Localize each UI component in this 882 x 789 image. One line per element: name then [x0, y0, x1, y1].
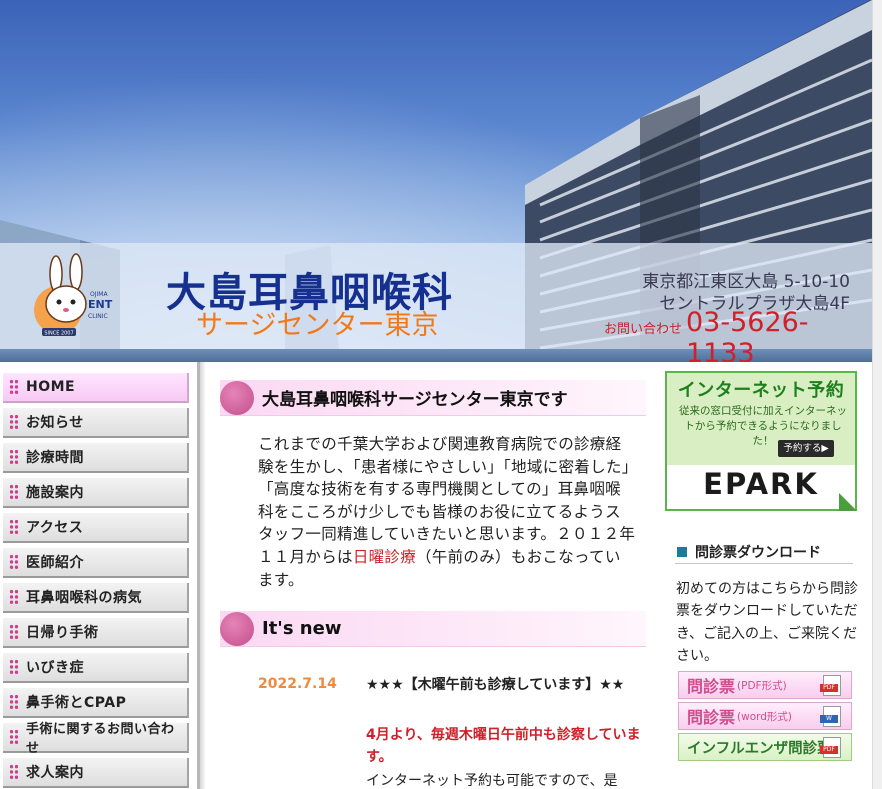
tel-number[interactable]: 03-5626-1133: [686, 307, 872, 362]
news-title: ★★★【木曜午前も診療しています】★★: [366, 677, 625, 693]
nav-item-label: 施設案内: [26, 485, 84, 501]
nav-item-snoring[interactable]: いびき症: [3, 653, 189, 683]
nav-item-news[interactable]: お知らせ: [3, 408, 189, 438]
nav-item-nasal-cpap[interactable]: 鼻手術とCPAP: [3, 688, 189, 718]
nav-item-day-surgery[interactable]: 日帰り手術: [3, 618, 189, 648]
news-date: 2022.7.14: [258, 676, 337, 692]
news-highlight: 4月より、毎週木曜日午前中も診察しています。: [366, 727, 641, 765]
nav-item-hours[interactable]: 診療時間: [3, 443, 189, 473]
welcome-heading: 大島耳鼻咽喉科サージセンター東京です: [220, 380, 646, 416]
nav-item-label: アクセス: [26, 520, 84, 536]
intro-highlight: 日曜診療: [352, 547, 417, 566]
nav-bullet-icon: [9, 624, 19, 640]
pdf-icon-text: PDF: [820, 684, 838, 692]
news-heading: It's new: [220, 611, 646, 647]
button-sub-label: (word形式): [737, 710, 793, 723]
epark-reserve-button[interactable]: 予約する▶: [778, 440, 834, 457]
clinic-logo[interactable]: SINCE 2007 OJIMA ENT CLINIC: [28, 252, 128, 342]
nav-bullet-icon: [9, 729, 19, 745]
logo-ojima-text: OJIMA: [90, 291, 108, 298]
news-body: インターネット予約も可能ですので、是: [366, 773, 618, 789]
nav-bullet-icon: [9, 484, 19, 500]
intro-text-1: これまでの千葉大学および関連教育病院での診療経験を生かし、「患者様にやさしい」「…: [258, 435, 636, 566]
nav-bullet-icon: [9, 414, 19, 430]
nav-bullet-icon: [9, 554, 19, 570]
square-bullet-icon: [677, 546, 687, 557]
intro-paragraph: これまでの千葉大学および関連教育病院での診療経験を生かし、「患者様にやさしい」「…: [258, 433, 636, 591]
word-icon: W: [820, 706, 841, 727]
nav-bullet-icon: [9, 589, 19, 605]
nav-item-label: 手術に関するお問い合わせ: [25, 722, 175, 756]
logo-ent-text: ENT: [88, 298, 113, 311]
tel-label: お問い合わせ: [604, 322, 683, 337]
heading-circle-icon: [220, 611, 254, 646]
nav-item-access[interactable]: アクセス: [3, 513, 189, 543]
nav-bullet-icon: [9, 659, 19, 675]
download-heading-text: 問診票ダウンロード: [695, 544, 821, 561]
nav-bullet-icon: [9, 449, 19, 465]
nav-bullet-icon: [9, 694, 19, 710]
nav-shadow: [200, 362, 206, 789]
word-icon-text: W: [820, 715, 838, 723]
corner-fold-icon: [839, 493, 857, 511]
button-main-label: 問診票: [687, 677, 736, 696]
nav-item-doctors[interactable]: 医師紹介: [3, 548, 189, 578]
nav-item-label: お知らせ: [26, 415, 84, 431]
pdf-icon: PDF: [820, 675, 841, 696]
logo-since-text: SINCE 2007: [44, 331, 73, 337]
nav-item-facility[interactable]: 施設案内: [3, 478, 189, 508]
clinic-subtitle: サージセンター東京: [196, 310, 439, 341]
button-main-label: インフルエンザ問診票: [687, 740, 832, 757]
nav-item-label: 診療時間: [26, 450, 84, 466]
welcome-heading-text: 大島耳鼻咽喉科サージセンター東京です: [262, 390, 568, 410]
pdf-icon-text: PDF: [820, 746, 838, 754]
questionnaire-pdf-button[interactable]: 問診票 (PDF形式) PDF: [678, 671, 852, 699]
logo-clinic-text: CLINIC: [88, 313, 108, 320]
nav-item-label: 鼻手術とCPAP: [26, 695, 127, 711]
nav-bullet-icon: [9, 379, 19, 395]
nav-item-label: 耳鼻咽喉科の病気: [26, 590, 142, 606]
nav-item-label: 日帰り手術: [26, 625, 99, 641]
nav-item-label: HOME: [26, 379, 76, 395]
news-heading-text: It's new: [262, 618, 342, 639]
download-heading: 問診票ダウンロード: [675, 540, 853, 564]
epark-brand: EPARK: [703, 467, 819, 501]
page-scrollbar[interactable]: [872, 0, 882, 789]
nav-item-recruit[interactable]: 求人案内: [3, 758, 189, 788]
nav-item-surgery-inquiry[interactable]: 手術に関するお問い合わせ: [3, 722, 189, 756]
nav-item-label: いびき症: [26, 660, 84, 676]
epark-heading: インターネット予約: [677, 380, 845, 401]
nav-item-diseases[interactable]: 耳鼻咽喉科の病気: [3, 583, 189, 613]
pdf-icon: PDF: [820, 737, 841, 758]
button-main-label: 問診票: [687, 708, 736, 727]
questionnaire-word-button[interactable]: 問診票 (word形式) W: [678, 702, 852, 730]
heading-circle-icon: [220, 380, 254, 415]
side-navigation: HOME お知らせ 診療時間 施設案内 アクセス 医師紹介 耳鼻咽喉科の病気 日…: [0, 362, 206, 789]
nav-item-label: 求人案内: [26, 765, 84, 781]
influenza-questionnaire-button[interactable]: インフルエンザ問診票 PDF: [678, 733, 852, 761]
nav-item-home[interactable]: HOME: [3, 373, 189, 403]
site-header: SINCE 2007 OJIMA ENT CLINIC 大島耳鼻咽喉科 サージセ…: [0, 0, 872, 362]
epark-banner[interactable]: インターネット予約 従来の窓口受付に加えインターネットから予約できるようになりま…: [665, 371, 857, 511]
button-sub-label: (PDF形式): [737, 679, 787, 692]
download-description: 初めての方はこちらから問診票をダウンロードしていただき、ご記入の上、ご来院くださ…: [676, 581, 858, 665]
nav-item-label: 医師紹介: [26, 555, 84, 571]
nav-bullet-icon: [9, 519, 19, 535]
nav-bullet-icon: [9, 764, 19, 780]
